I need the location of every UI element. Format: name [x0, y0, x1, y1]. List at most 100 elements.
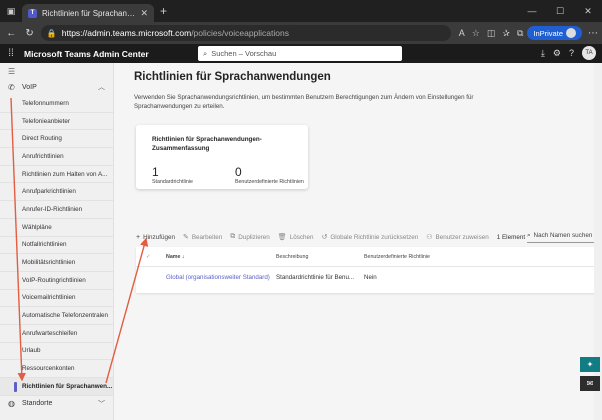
- user-avatar[interactable]: TA: [582, 46, 596, 60]
- feedback-icon[interactable]: ✉: [580, 376, 600, 391]
- summary-title: Richtlinien für Sprachanwendungen-Zusamm…: [152, 136, 262, 152]
- page-title: Richtlinien für Sprachanwendungen: [134, 71, 331, 83]
- url-path: /policies/voiceapplications: [191, 28, 289, 38]
- standard-label: Standardrichtlinie: [152, 179, 193, 185]
- sidebar-item[interactable]: Anrufrichtlinien: [0, 148, 113, 166]
- inprivate-badge[interactable]: InPrivate: [527, 26, 582, 40]
- edit-label: Bearbeiten: [191, 233, 223, 241]
- sort-down-icon: ↓: [181, 253, 185, 260]
- add-button[interactable]: + Hinzufügen: [136, 234, 175, 241]
- col-custom-header: Benutzerdefinierte Richtlinie: [364, 253, 430, 260]
- edit-button[interactable]: ✎ Bearbeiten: [182, 233, 223, 242]
- inprivate-label: InPrivate: [533, 28, 563, 38]
- browser-tab[interactable]: T Richtlinien für Sprachanwendungen ✕: [22, 4, 154, 22]
- policy-description: Standardrichtlinie für Benu...: [276, 273, 355, 281]
- reset-icon: ↺: [321, 234, 328, 241]
- search-icon: ⌕: [527, 231, 531, 239]
- standard-count: 1: [152, 165, 159, 179]
- read-aloud-icon[interactable]: A: [459, 28, 465, 39]
- policy-custom: Nein: [364, 273, 377, 281]
- policy-toolbar: + Hinzufügen ✎ Bearbeiten ⧉ Duplizieren 🗑 Lö…: [136, 231, 525, 243]
- page-description: Verwenden Sie Sprachanwendungsrichtlinie…: [134, 94, 474, 110]
- address-bar-row: ← ↻ 🔒 https://admin.teams.microsoft.com/…: [0, 22, 602, 44]
- sidebar-item[interactable]: Automatische Telefonzentralen: [0, 307, 113, 325]
- browser-tab-bar: ▣ T Richtlinien für Sprachanwendungen ✕ …: [0, 0, 602, 22]
- select-all-check-icon[interactable]: ✓: [136, 254, 166, 260]
- sidebar-group-voip[interactable]: ✆ VoIP ︿: [0, 79, 113, 95]
- download-icon[interactable]: ⤓: [541, 48, 545, 59]
- col-name-header[interactable]: Name ↓: [166, 254, 276, 260]
- delete-button[interactable]: 🗑 Löschen: [277, 233, 314, 242]
- favorite-icon[interactable]: ☆: [472, 28, 480, 39]
- sidebar-item[interactable]: Anrufwarteschleifen: [0, 325, 113, 343]
- assign-users-button[interactable]: ⚇ Benutzer zuweisen: [426, 233, 489, 242]
- sidebar-item[interactable]: Mobilitätsrichtlinien: [0, 254, 113, 272]
- active-indicator: [14, 382, 17, 392]
- plus-icon: +: [136, 233, 141, 241]
- sidebar-item[interactable]: Telefonnummern: [0, 95, 113, 113]
- sidebar-group-standorte[interactable]: ◍ Standorte ﹀: [0, 396, 113, 412]
- sidebar-item[interactable]: Ressourcenkonten: [0, 360, 113, 378]
- trash-icon: 🗑: [277, 234, 287, 241]
- help-icon[interactable]: ?: [569, 48, 574, 58]
- sidebar-item[interactable]: VoIP-Routingrichtlinien: [0, 272, 113, 290]
- phone-icon: ✆: [8, 82, 15, 92]
- global-search-input[interactable]: ⌕ Suchen – Vorschau: [198, 46, 402, 61]
- collections-icon[interactable]: ⧉: [517, 28, 523, 39]
- custom-label: Benutzerdefinierte Richtlinien: [234, 179, 304, 185]
- maximize-icon[interactable]: ☐: [546, 0, 574, 22]
- hamburger-icon[interactable]: ☰: [0, 63, 113, 79]
- main-content: Richtlinien für Sprachanwendungen Verwen…: [114, 63, 602, 420]
- split-screen-icon[interactable]: ◫: [487, 28, 496, 39]
- copy-icon: ⧉: [230, 233, 236, 240]
- sidebar: ☰ ✆ VoIP ︿ Telefonnummern Telefonieanbie…: [0, 63, 114, 420]
- duplicate-button[interactable]: ⧉ Duplizieren: [230, 233, 270, 241]
- table-row[interactable]: Global (organisationsweiter Standard) St…: [136, 267, 602, 287]
- sidebar-item[interactable]: Richtlinien zum Halten von A...: [0, 166, 113, 184]
- sidebar-item[interactable]: Voicemailrichtlinien: [0, 290, 113, 308]
- summary-card: Richtlinien für Sprachanwendungen-Zusamm…: [136, 125, 308, 189]
- sidebar-group-label: VoIP: [22, 83, 37, 91]
- minimize-icon[interactable]: —: [518, 0, 546, 22]
- window-controls: — ☐ ✕: [518, 0, 602, 22]
- tab-title: Richtlinien für Sprachanwendungen: [42, 8, 135, 18]
- pencil-icon: ✎: [182, 234, 189, 241]
- sidebar-item[interactable]: Direct Routing: [0, 130, 113, 149]
- refresh-icon[interactable]: ↻: [22, 25, 36, 41]
- close-tab-icon[interactable]: ✕: [140, 8, 148, 19]
- delete-label: Löschen: [289, 233, 314, 241]
- teams-favicon-icon: T: [28, 8, 37, 18]
- header-icons: ⤓ ⚙ ? TA: [541, 46, 596, 60]
- sidebar-item[interactable]: Anrufparkrichtlinien: [0, 183, 113, 202]
- item-count: 1 Element: [496, 233, 526, 241]
- sidebar-item[interactable]: Telefonieanbieter: [0, 113, 113, 131]
- policy-table: ✓ Name ↓ Beschreibung Benutzerdefinierte…: [136, 247, 602, 293]
- help-chat-icon[interactable]: ✦: [580, 357, 600, 372]
- table-header: ✓ Name ↓ Beschreibung Benutzerdefinierte…: [136, 247, 602, 267]
- app-name: Microsoft Teams Admin Center: [24, 48, 149, 59]
- table-search-placeholder: Nach Namen suchen: [533, 232, 593, 239]
- policy-name-link[interactable]: Global (organisationsweiter Standard): [166, 274, 276, 281]
- new-tab-icon[interactable]: +: [160, 4, 167, 18]
- search-icon: ⌕: [203, 48, 208, 58]
- more-menu-icon[interactable]: ⋯: [588, 28, 598, 39]
- profile-avatar: [566, 28, 576, 38]
- close-window-icon[interactable]: ✕: [574, 0, 602, 22]
- duplicate-label: Duplizieren: [238, 233, 270, 241]
- favorites-bar-icon[interactable]: ✰: [502, 28, 510, 39]
- standard-stat: 1 Standardrichtlinie: [152, 165, 193, 185]
- back-icon[interactable]: ←: [4, 25, 18, 41]
- sidebar-item[interactable]: Notfallrichtlinien: [0, 237, 113, 255]
- tab-actions-icon[interactable]: ▣: [0, 0, 22, 22]
- browser-toolbar-icons: A ☆ ◫ ✰ ⧉: [459, 28, 524, 39]
- globe-icon: ◍: [8, 399, 15, 409]
- table-search-input[interactable]: ⌕ Nach Namen suchen: [527, 229, 599, 243]
- reset-global-button[interactable]: ↺ Globale Richtlinie zurücksetzen: [321, 233, 419, 242]
- app-launcher-icon[interactable]: ⁞⁞: [0, 44, 22, 63]
- sidebar-item[interactable]: Anrufer-ID-Richtlinien: [0, 201, 113, 219]
- sidebar-item[interactable]: Wählpläne: [0, 219, 113, 237]
- sidebar-item[interactable]: Urlaub: [0, 343, 113, 361]
- chevron-down-icon: ﹀: [98, 400, 105, 408]
- url-field[interactable]: 🔒 https://admin.teams.microsoft.com/poli…: [40, 25, 451, 41]
- settings-icon[interactable]: ⚙: [553, 48, 561, 59]
